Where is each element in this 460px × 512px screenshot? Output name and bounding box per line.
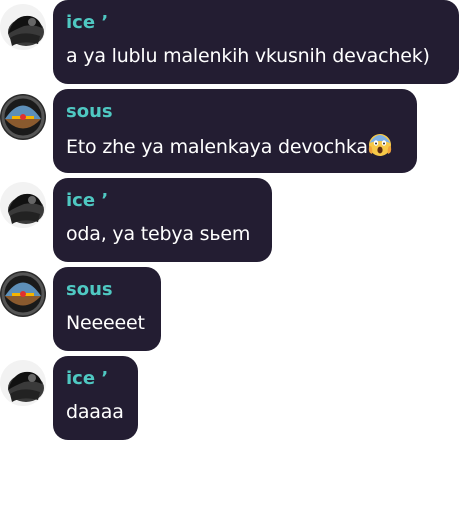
message-text: Eto zhe ya malenkaya devochka [66,133,403,159]
message-text-content: Eto zhe ya malenkaya devochka [66,136,368,158]
author-name[interactable]: ice ’ [66,12,445,34]
message-bubble: sous Neeeeet [53,267,161,351]
cockpit-gauge-avatar-icon[interactable] [0,271,46,317]
message-text: Neeeeet [66,312,145,334]
car-seat-avatar-icon[interactable] [0,4,46,50]
author-name[interactable]: ice ’ [66,368,124,390]
car-seat-avatar-icon[interactable] [0,182,46,228]
message-bubble: ice ’ a ya lublu malenkih vkusnih devach… [53,0,459,84]
message-text: oda, ya tebya sьem [66,223,251,245]
author-name[interactable]: ice ’ [66,190,258,212]
message-bubble: ice ’ oda, ya tebya sьem [53,178,272,262]
screaming-face-emoji-icon [368,133,392,157]
author-name[interactable]: sous [66,279,147,301]
cockpit-gauge-avatar-icon[interactable] [0,94,46,140]
message-text: daaaa [66,401,124,423]
message-text: a ya lublu malenkih vkusnih devachek) [66,45,430,67]
author-name[interactable]: sous [66,101,403,123]
car-seat-avatar-icon[interactable] [0,360,46,406]
message-bubble: sous Eto zhe ya malenkaya devochka [53,89,417,173]
message-bubble: ice ’ daaaa [53,356,138,440]
